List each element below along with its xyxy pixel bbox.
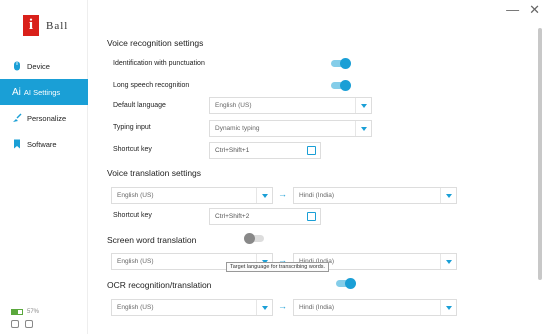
voice-translation-title: Voice translation settings: [107, 168, 202, 178]
shortcut-input-1[interactable]: Ctrl+Shift+1: [209, 142, 321, 159]
chevron-down-icon[interactable]: [440, 188, 456, 203]
logo-mark: i: [23, 15, 39, 36]
ocr-title: OCR recognition/translation: [107, 280, 212, 290]
ai-icon: Ai: [12, 86, 21, 98]
toggle-knob: [244, 233, 255, 244]
select-value: English (US): [215, 102, 252, 109]
app-window: — ✕ i Ball Device Ai AI Settings Persona…: [0, 0, 548, 334]
edit-icon[interactable]: [307, 146, 316, 155]
sidebar: i Ball Device Ai AI Settings Personalize…: [0, 0, 88, 334]
bottom-icons: [11, 320, 33, 328]
ocr-toggle[interactable]: [336, 278, 356, 289]
chevron-down-icon[interactable]: [256, 188, 272, 203]
long-speech-label: Long speech recognition: [113, 82, 190, 89]
long-speech-toggle[interactable]: [331, 80, 351, 91]
sidebar-item-label: AI Settings: [23, 87, 61, 97]
shortcut-label: Shortcut key: [113, 212, 152, 219]
lock-icon[interactable]: [11, 320, 19, 328]
brush-icon: [13, 113, 22, 122]
chevron-down-icon[interactable]: [355, 98, 371, 113]
shortcut-input-2[interactable]: Ctrl+Shift+2: [209, 208, 321, 225]
toggle-knob: [345, 278, 356, 289]
logo-text: Ball: [46, 19, 69, 32]
screen-word-toggle[interactable]: [244, 233, 264, 244]
voice-recognition-title: Voice recognition settings: [107, 38, 204, 48]
voice-translation-target-select[interactable]: Hindi (India): [293, 187, 457, 204]
toggle-knob: [340, 58, 351, 69]
shortcut-value: Ctrl+Shift+2: [215, 213, 250, 220]
typing-input-label: Typing input: [113, 124, 151, 131]
default-language-select[interactable]: English (US): [209, 97, 372, 114]
arrow-right-icon: →: [278, 189, 287, 199]
scrollbar[interactable]: [538, 28, 542, 280]
battery-indicator: 57%: [11, 309, 39, 315]
screen-word-title: Screen word translation: [107, 235, 197, 245]
bookmark-icon: [14, 139, 20, 149]
mouse-icon: [14, 61, 20, 71]
select-value: English (US): [117, 192, 154, 199]
typing-input-select[interactable]: Dynamic typing: [209, 120, 372, 137]
sidebar-item-label: Personalize: [27, 113, 67, 123]
default-language-label: Default language: [113, 102, 166, 109]
punctuation-label: Identification with punctuation: [113, 60, 205, 67]
voice-translation-source-select[interactable]: English (US): [111, 187, 273, 204]
ocr-source-select[interactable]: English (US): [111, 299, 273, 316]
select-value: English (US): [117, 258, 154, 265]
shortcut-label: Shortcut key: [113, 146, 152, 153]
select-value: Hindi (India): [299, 192, 335, 199]
chevron-down-icon[interactable]: [440, 300, 456, 315]
tooltip: Target language for transcribing words.: [226, 262, 330, 272]
edit-icon[interactable]: [307, 212, 316, 221]
select-value: English (US): [117, 304, 154, 311]
chevron-down-icon[interactable]: [256, 300, 272, 315]
settings-content: Voice recognition settings Identificatio…: [88, 0, 538, 334]
select-value: Dynamic typing: [215, 125, 260, 132]
arrow-right-icon: →: [278, 301, 287, 311]
sidebar-item-device[interactable]: Device: [0, 53, 88, 79]
toggle-knob: [340, 80, 351, 91]
sidebar-item-label: Device: [27, 61, 50, 71]
sidebar-item-label: Software: [27, 139, 57, 149]
sidebar-item-personalize[interactable]: Personalize: [0, 105, 88, 131]
brand-logo: i Ball: [23, 15, 68, 36]
shortcut-value: Ctrl+Shift+1: [215, 147, 250, 154]
screenshot-icon[interactable]: [25, 320, 33, 328]
chevron-down-icon[interactable]: [355, 121, 371, 136]
ocr-target-select[interactable]: Hindi (India): [293, 299, 457, 316]
sidebar-item-ai-settings[interactable]: Ai AI Settings: [0, 79, 88, 105]
battery-icon: [11, 309, 23, 315]
battery-level: 57%: [27, 309, 40, 315]
punctuation-toggle[interactable]: [331, 58, 351, 69]
chevron-down-icon[interactable]: [440, 254, 456, 269]
select-value: Hindi (India): [299, 304, 335, 311]
sidebar-item-software[interactable]: Software: [0, 131, 88, 157]
